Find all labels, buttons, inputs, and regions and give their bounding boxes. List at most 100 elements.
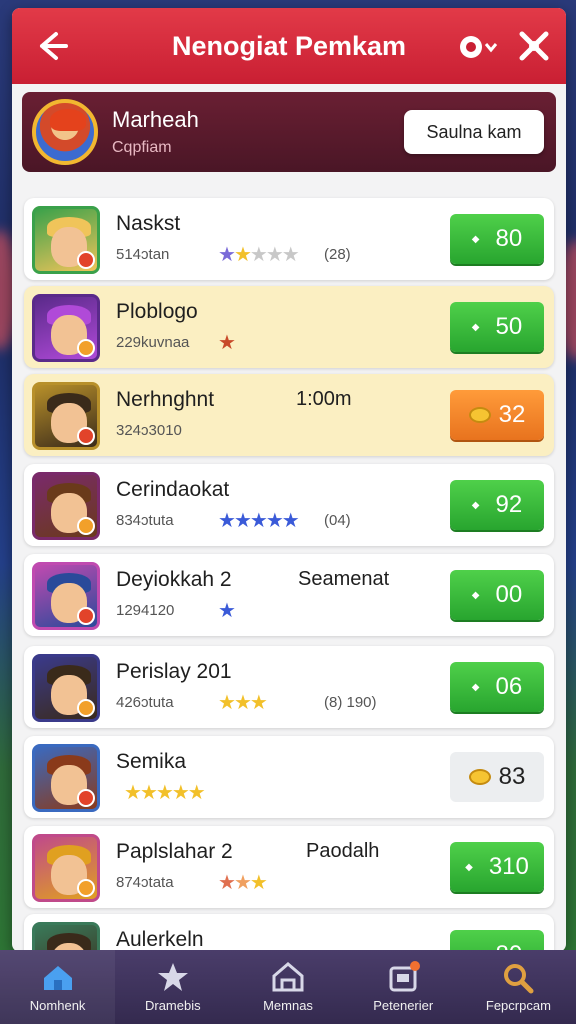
app-window: Nenogiat Pemkam Marheah Cqpfiam Saulna k… — [12, 8, 566, 952]
star-icon: ★ — [233, 872, 252, 894]
profile-card: Marheah Cqpfiam Saulna kam — [22, 92, 556, 172]
nav-item-search[interactable]: Fepcrpcam — [461, 950, 576, 1024]
diamond-icon: ◆ — [471, 589, 480, 601]
star-icon: ★ — [281, 510, 300, 532]
price-button[interactable]: ◆ 92 — [450, 480, 544, 530]
star-icon: ★ — [249, 244, 268, 266]
price-value: 80 — [495, 225, 523, 252]
profile-name: Marheah — [112, 107, 199, 132]
nav-item-inbox[interactable]: Petenerier — [346, 950, 461, 1024]
nav-label: Memnas — [263, 998, 313, 1013]
price-value: 32 — [498, 401, 526, 428]
house-icon — [272, 962, 304, 992]
price-button[interactable]: ◆ 06 — [450, 662, 544, 712]
diamond-icon: ◆ — [471, 499, 480, 511]
item-subtitle: 426ɔtuta — [116, 694, 174, 711]
price-value: 92 — [495, 491, 523, 518]
item-name: Deyiokkah 2 — [116, 568, 232, 591]
item-subtitle: 229kuvnaa — [116, 334, 190, 351]
item-extra-label: Paodalh — [306, 840, 380, 862]
review-count: (04) — [324, 512, 351, 529]
nav-label: Fepcrpcam — [485, 998, 551, 1013]
item-name: Paplslahar 2 — [116, 840, 233, 863]
star-icon: ★ — [233, 510, 252, 532]
coin-icon — [468, 769, 491, 785]
rating-stars: ★ — [218, 330, 236, 355]
home-icon — [43, 966, 72, 990]
close-icon[interactable] — [516, 28, 552, 64]
item-subtitle: 1294120 — [116, 602, 175, 619]
list-item[interactable]: Perislay 201 426ɔtuta ★★★ (8) 190) ◆ 06 — [24, 646, 554, 728]
avatar — [32, 99, 98, 165]
diamond-icon: ◆ — [471, 233, 480, 245]
nav-item-star-person[interactable]: Dramebis — [115, 950, 230, 1024]
list-item[interactable]: Deyiokkah 2 1294120 Seamenat ★ ◆ 00 — [24, 554, 554, 636]
price-value: 310 — [488, 853, 529, 880]
item-extra-label: 1:00m — [296, 388, 352, 410]
price-button[interactable]: ◆ 310 — [450, 842, 544, 892]
nav-label: Nomhenk — [29, 998, 86, 1013]
nav-item-house[interactable]: Memnas — [230, 950, 345, 1024]
profile-subtitle: Cqpfiam — [112, 139, 172, 156]
character-thumbnail — [32, 654, 100, 722]
character-thumbnail — [32, 922, 100, 952]
character-thumbnail — [32, 562, 100, 630]
back-arrow-icon[interactable] — [32, 26, 72, 66]
item-name: Naskst — [116, 212, 181, 235]
item-name: Cerindaokat — [116, 478, 230, 501]
star-icon: ★ — [265, 244, 284, 266]
nav-item-home[interactable]: Nomhenk — [0, 950, 116, 1024]
price-button[interactable]: ◆ 00 — [450, 570, 544, 620]
review-count: (28) — [324, 246, 351, 263]
list-item[interactable]: Semika ★★★★★ 83 — [24, 736, 554, 818]
star-icon: ★ — [187, 782, 206, 804]
profile-action-button[interactable]: Saulna kam — [404, 110, 544, 154]
title-bar: Nenogiat Pemkam — [12, 8, 566, 84]
item-subtitle: 324ɔ3010 — [116, 422, 182, 439]
price-value: 00 — [495, 581, 523, 608]
list-item[interactable]: Aulerkeln ◆80 — [24, 914, 554, 952]
list-item[interactable]: Cerindaokat 834ɔtuta ★★★★★ (04) ◆ 92 — [24, 464, 554, 546]
character-thumbnail — [32, 744, 100, 812]
coin-icon — [468, 407, 491, 423]
star-icon: ★ — [155, 782, 174, 804]
star-icon: ★ — [249, 510, 268, 532]
star-icon: ★ — [233, 244, 252, 266]
item-subtitle: 834ɔtuta — [116, 512, 174, 529]
star-icon: ★ — [265, 510, 284, 532]
review-count: (8) 190) — [324, 694, 377, 711]
character-thumbnail — [32, 834, 100, 902]
star-icon: ★ — [218, 692, 236, 714]
price-button[interactable]: ◆ 80 — [450, 214, 544, 264]
item-name: Perislay 201 — [116, 660, 232, 683]
list-item[interactable]: Ploblogo 229kuvnaa ★ ◆ 50 — [24, 286, 554, 368]
rating-stars: ★★★★★ — [218, 508, 300, 533]
list-item[interactable]: Paplslahar 2 874ɔtata Paodalh ★★★ ◆ 310 — [24, 826, 554, 908]
price-button[interactable]: ◆ 50 — [450, 302, 544, 352]
character-thumbnail — [32, 206, 100, 274]
star-icon: ★ — [281, 244, 300, 266]
diamond-icon: ◆ — [471, 321, 480, 333]
star-person-icon — [157, 963, 188, 991]
list-item[interactable]: Naskst 514ɔtan ★★★★★ (28) ◆ 80 — [24, 198, 554, 280]
star-icon: ★ — [218, 600, 236, 622]
rating-stars: ★★★ — [218, 870, 268, 895]
price-value: 06 — [495, 673, 523, 700]
item-name: Aulerkeln — [116, 928, 204, 951]
bottom-nav: Nomhenk Dramebis Memnas Petenerier Fepcrpcam — [0, 950, 576, 1024]
star-icon: ★ — [171, 782, 190, 804]
nav-label: Dramebis — [144, 998, 201, 1013]
star-icon: ★ — [218, 510, 236, 532]
character-thumbnail — [32, 294, 100, 362]
item-extra-label: Seamenat — [298, 568, 390, 590]
star-icon: ★ — [249, 692, 268, 714]
price-button[interactable]: ◆80 — [450, 930, 544, 952]
price-button[interactable]: 32 — [450, 390, 544, 440]
price-button[interactable]: 83 — [450, 752, 544, 802]
coin-dropdown-icon[interactable] — [458, 34, 502, 60]
list-item[interactable]: Nerhnghnt 324ɔ3010 1:00m 32 — [24, 374, 554, 456]
star-icon: ★ — [218, 244, 236, 266]
nav-label: Petenerier — [373, 998, 434, 1013]
price-value: 83 — [498, 763, 526, 790]
item-subtitle: 874ɔtata — [116, 874, 174, 891]
